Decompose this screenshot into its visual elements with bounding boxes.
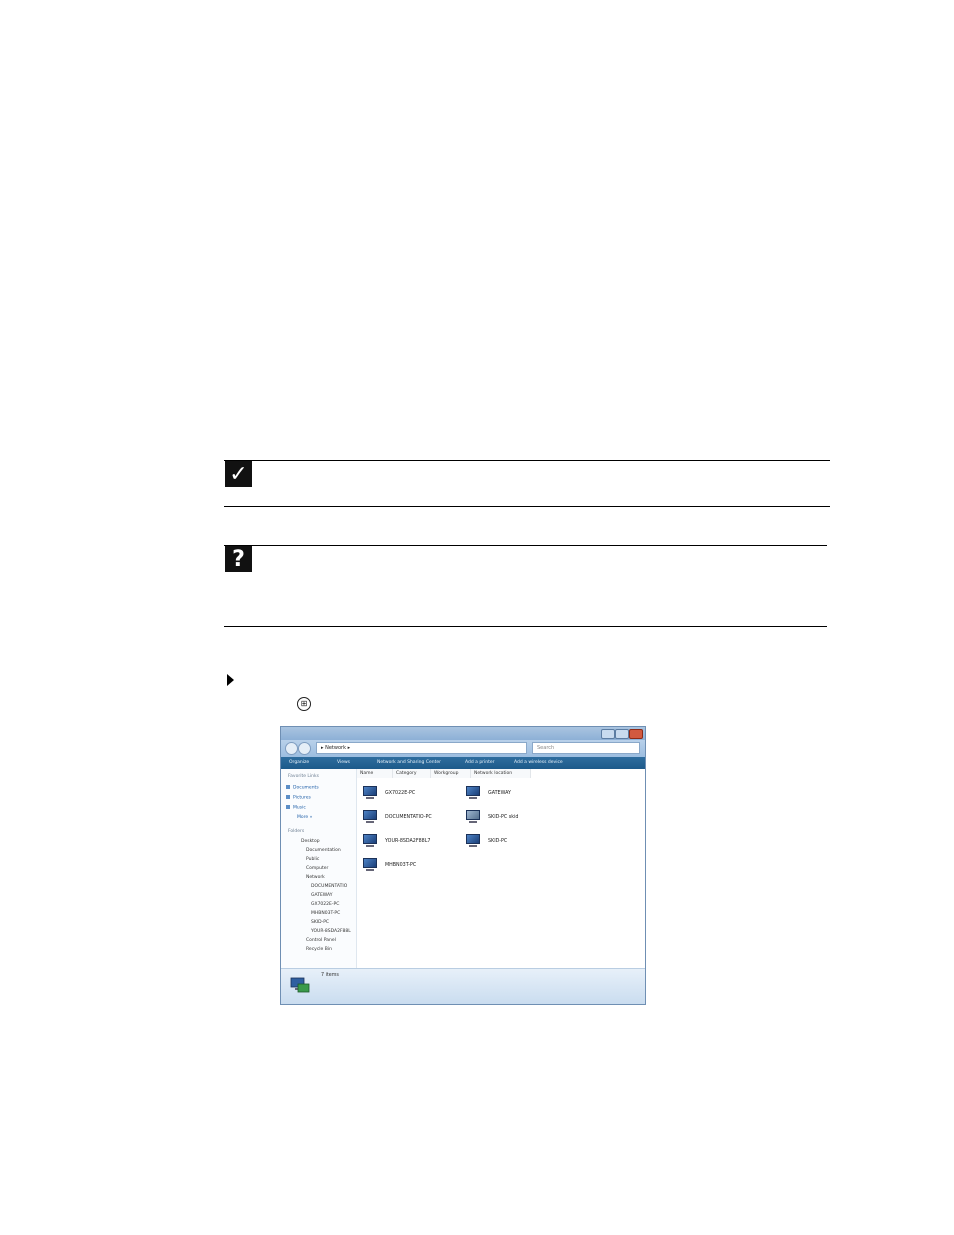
network-item[interactable]: SKID-PC skid bbox=[464, 806, 518, 828]
network-icon bbox=[289, 977, 311, 995]
tree-skid-pc[interactable]: SKID-PC bbox=[311, 920, 329, 925]
column-name[interactable]: Name bbox=[357, 769, 393, 778]
add-wireless-button[interactable]: Add a wireless device bbox=[514, 757, 563, 769]
favorite-music[interactable]: Music bbox=[286, 805, 306, 811]
computer-icon bbox=[361, 786, 379, 800]
computer-icon bbox=[464, 786, 482, 800]
favorite-links-label: Favorite Links bbox=[288, 774, 319, 779]
column-category[interactable]: Category bbox=[393, 769, 431, 778]
file-list: Name Category Workgroup Network location… bbox=[357, 769, 645, 968]
network-window-screenshot: ▸ Network ▸ Search Organize Views Networ… bbox=[280, 726, 646, 1005]
favorite-pictures[interactable]: Pictures bbox=[286, 795, 311, 801]
note-bottom-rule bbox=[224, 506, 830, 507]
computer-icon bbox=[361, 858, 379, 872]
column-network-location[interactable]: Network location bbox=[471, 769, 531, 778]
network-item[interactable]: YOUR-8SDA2F88L7 bbox=[361, 830, 430, 852]
checkmark-icon: ✓ bbox=[225, 461, 252, 487]
address-bar: ▸ Network ▸ Search bbox=[281, 740, 645, 757]
question-mark-icon: ? bbox=[225, 546, 252, 572]
computer-icon bbox=[361, 810, 379, 824]
step-arrow-icon bbox=[227, 674, 234, 686]
media-device-icon bbox=[464, 810, 482, 824]
music-icon bbox=[286, 805, 290, 809]
organize-button[interactable]: Organize bbox=[289, 757, 309, 769]
pictures-icon bbox=[286, 795, 290, 799]
tree-desktop[interactable]: Desktop bbox=[301, 839, 320, 844]
network-item[interactable]: MHBN03T-PC bbox=[361, 854, 416, 876]
tree-gx7022e-pc[interactable]: GX7022E-PC bbox=[311, 902, 339, 907]
network-item[interactable]: GATEWAY bbox=[464, 782, 511, 804]
computer-icon bbox=[361, 834, 379, 848]
details-pane: 7 items bbox=[281, 968, 645, 1004]
network-center-button[interactable]: Network and Sharing Center bbox=[377, 757, 441, 769]
note-top-rule bbox=[224, 460, 830, 461]
network-item[interactable]: SKID-PC bbox=[464, 830, 507, 852]
tree-documentatio[interactable]: DOCUMENTATIO bbox=[311, 884, 347, 889]
column-workgroup[interactable]: Workgroup bbox=[431, 769, 471, 778]
search-input[interactable]: Search bbox=[532, 742, 640, 754]
forward-icon[interactable] bbox=[298, 742, 311, 755]
tree-public[interactable]: Public bbox=[306, 857, 319, 862]
tree-control-panel[interactable]: Control Panel bbox=[306, 938, 336, 943]
tree-network[interactable]: Network bbox=[306, 875, 325, 880]
command-toolbar: Organize Views Network and Sharing Cente… bbox=[281, 757, 645, 769]
navigation-pane: Favorite Links Documents Pictures Music … bbox=[281, 769, 357, 968]
tree-computer[interactable]: Computer bbox=[306, 866, 328, 871]
computer-icon bbox=[464, 834, 482, 848]
window-titlebar bbox=[281, 727, 645, 740]
favorite-more[interactable]: More » bbox=[297, 815, 312, 820]
status-item-count: 7 items bbox=[321, 973, 339, 978]
address-field[interactable]: ▸ Network ▸ bbox=[316, 742, 527, 754]
back-icon[interactable] bbox=[285, 742, 298, 755]
tree-mhbn03t-pc[interactable]: MHBN03T-PC bbox=[311, 911, 340, 916]
address-path: Network bbox=[325, 745, 346, 751]
tree-recycle-bin[interactable]: Recycle Bin bbox=[306, 947, 332, 952]
minimize-icon[interactable] bbox=[601, 729, 615, 739]
help-bottom-rule bbox=[224, 626, 827, 627]
views-button[interactable]: Views bbox=[337, 757, 350, 769]
windows-start-icon: ⊞ bbox=[297, 697, 311, 711]
add-printer-button[interactable]: Add a printer bbox=[465, 757, 495, 769]
tree-documentation[interactable]: Documentation bbox=[306, 848, 341, 853]
close-icon[interactable] bbox=[629, 729, 643, 739]
favorite-documents[interactable]: Documents bbox=[286, 785, 319, 791]
documents-icon bbox=[286, 785, 290, 789]
tree-your-8sda2f88l[interactable]: YOUR-8SDA2F88L bbox=[311, 929, 351, 934]
help-top-rule bbox=[224, 545, 827, 546]
network-item[interactable]: DOCUMENTATIO-PC bbox=[361, 806, 432, 828]
maximize-icon[interactable] bbox=[615, 729, 629, 739]
folders-label: Folders bbox=[288, 829, 305, 834]
network-item[interactable]: GX7022E-PC bbox=[361, 782, 415, 804]
tree-gateway[interactable]: GATEWAY bbox=[311, 893, 333, 898]
